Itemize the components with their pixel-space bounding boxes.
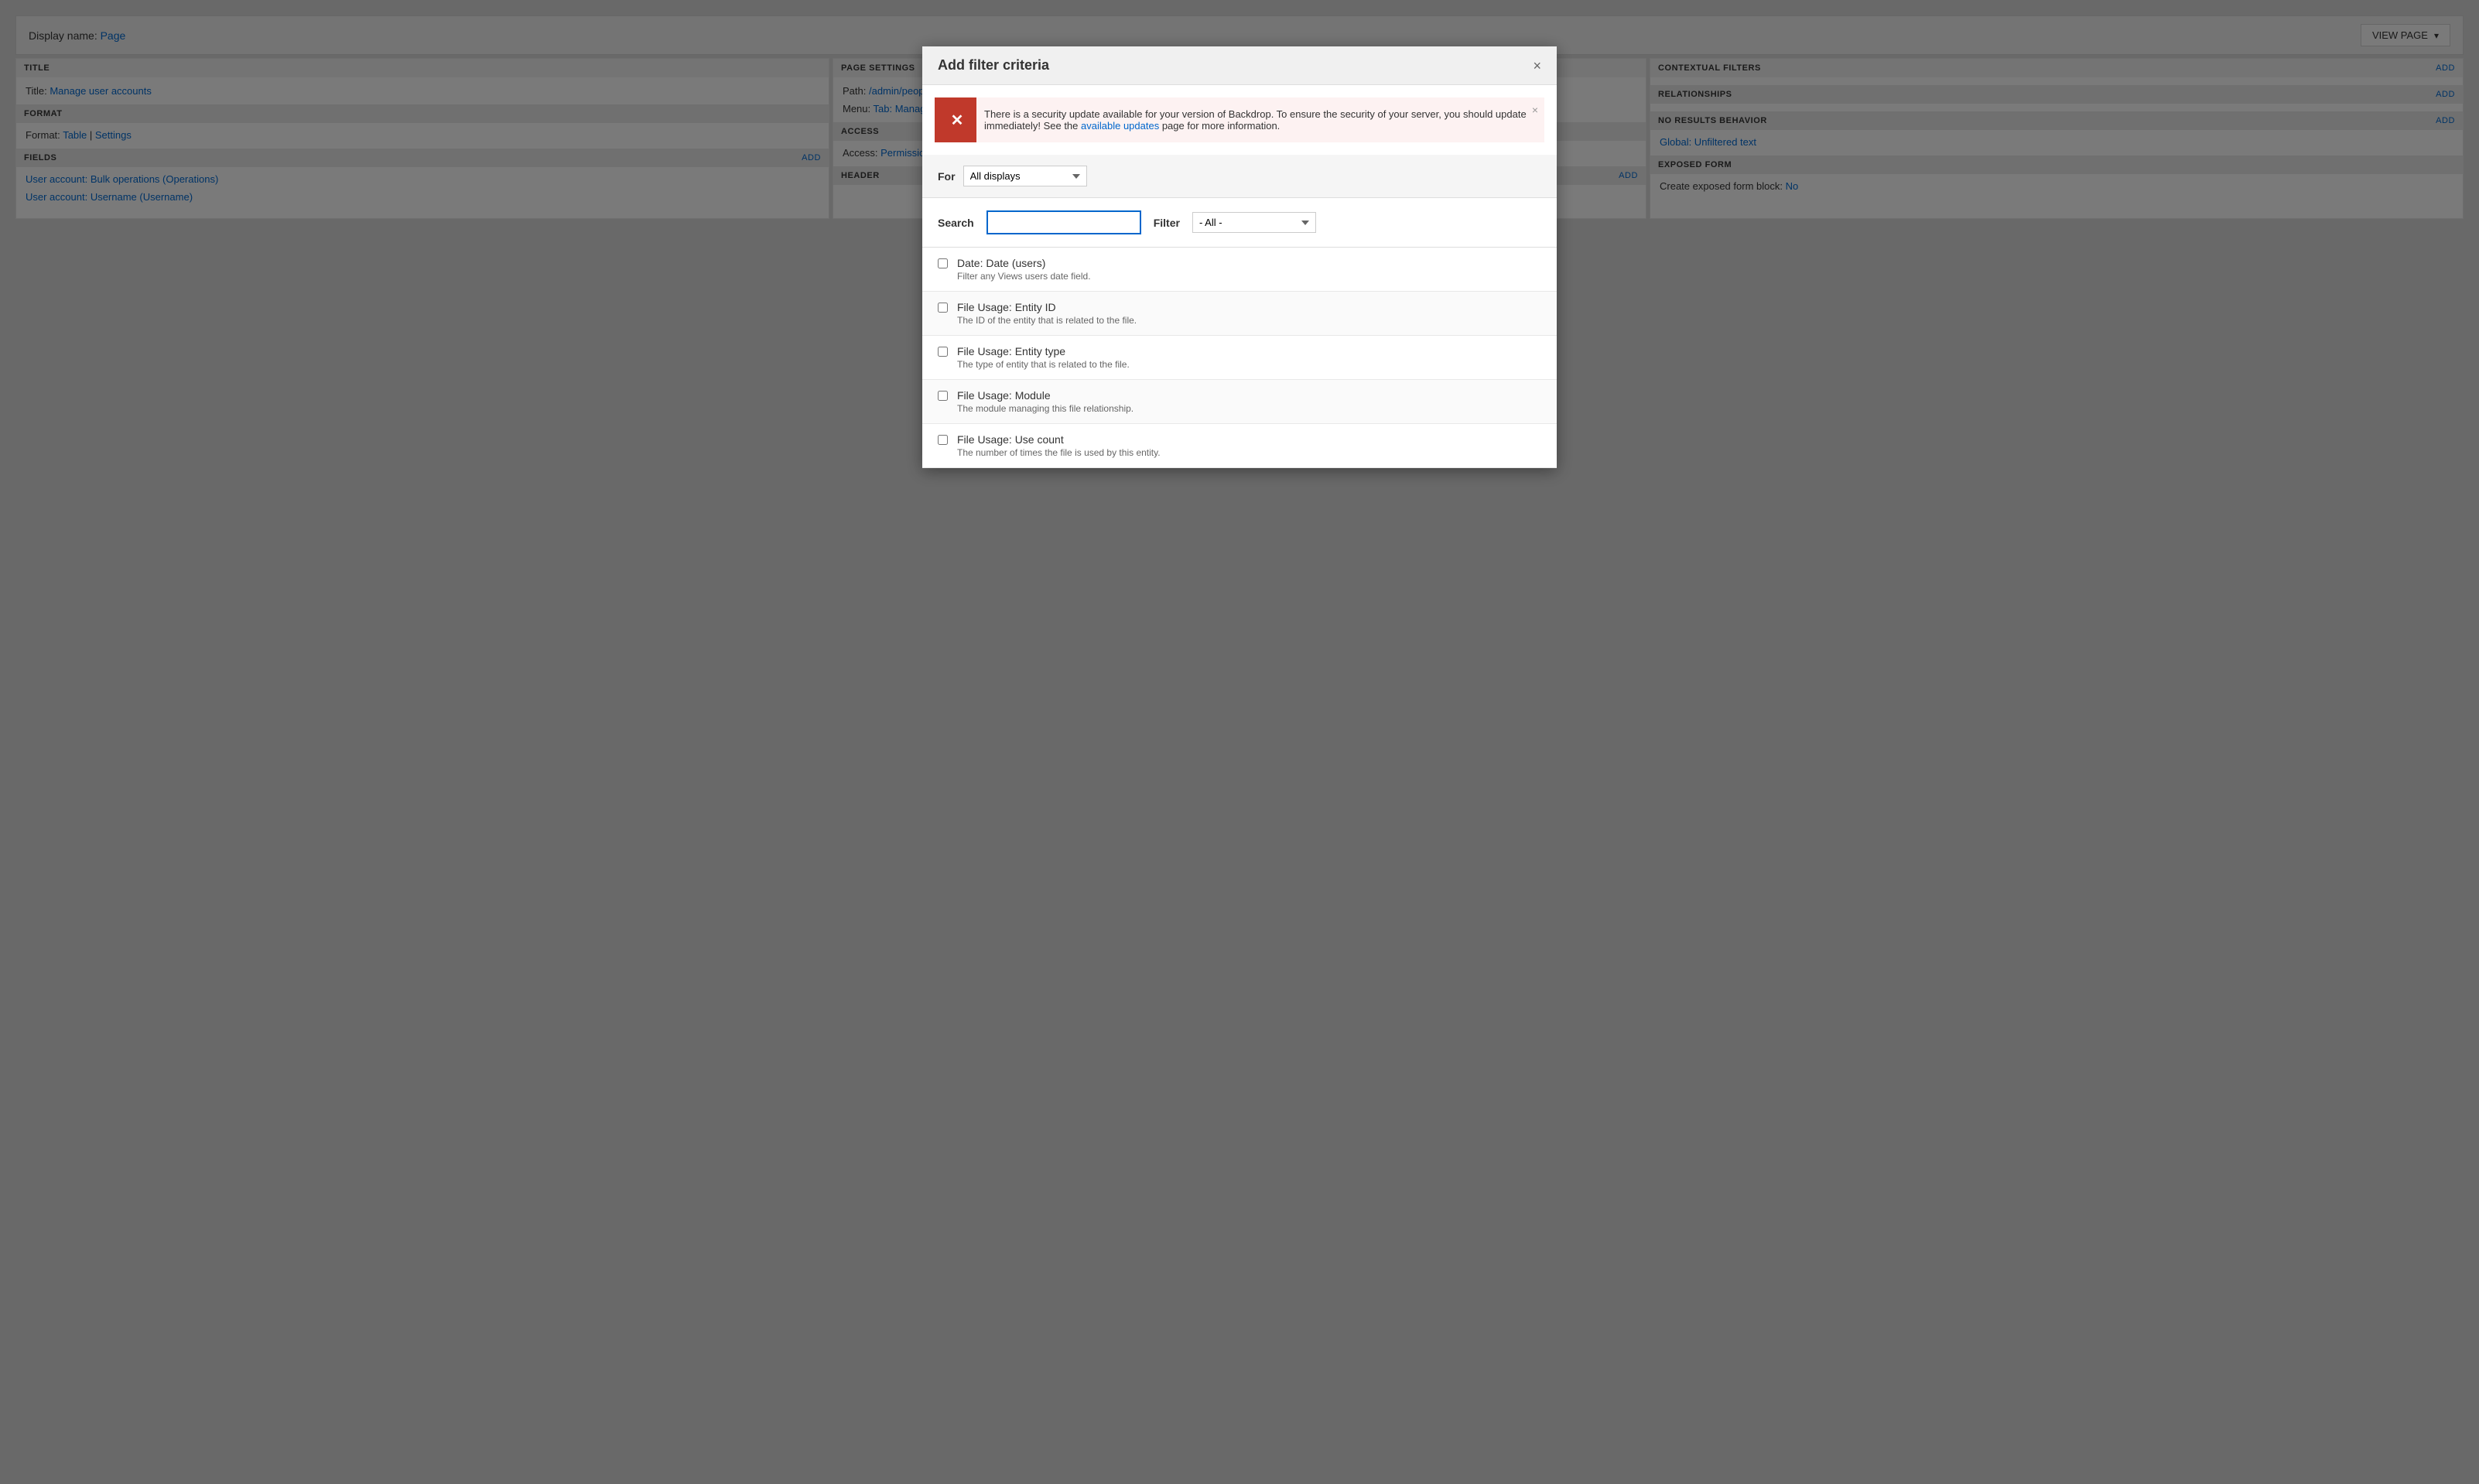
- search-label: Search: [938, 217, 974, 229]
- filter-item-title-file-usage-entity-type: File Usage: Entity type: [957, 345, 1541, 357]
- security-alert-icon: ✕: [938, 97, 976, 142]
- filter-type-select[interactable]: - All -: [1192, 212, 1316, 233]
- modal-header: Add filter criteria ×: [922, 46, 1557, 85]
- search-filter-bar: Search Filter - All -: [922, 198, 1557, 247]
- filter-item-checkbox-file-usage-use-count[interactable]: [938, 435, 948, 445]
- filter-item-file-usage-entity-type: File Usage: Entity type The type of enti…: [922, 336, 1557, 380]
- filter-item-content-date-date-users: Date: Date (users) Filter any Views user…: [957, 257, 1541, 282]
- filter-item-date-date-users: Date: Date (users) Filter any Views user…: [922, 248, 1557, 292]
- filter-item-content-file-usage-entity-id: File Usage: Entity ID The ID of the enti…: [957, 301, 1541, 326]
- filter-item-file-usage-module: File Usage: Module The module managing t…: [922, 380, 1557, 424]
- filter-item-title-file-usage-use-count: File Usage: Use count: [957, 433, 1541, 446]
- filter-item-title-date-date-users: Date: Date (users): [957, 257, 1541, 269]
- modal-overlay: Add filter criteria × ✕ There is a secur…: [0, 0, 2479, 1484]
- filter-item-title-file-usage-module: File Usage: Module: [957, 389, 1541, 402]
- modal-close-button[interactable]: ×: [1533, 59, 1541, 73]
- filter-item-checkbox-file-usage-entity-id[interactable]: [938, 303, 948, 313]
- for-select[interactable]: All displays: [963, 166, 1087, 186]
- filter-item-desc-file-usage-entity-type: The type of entity that is related to th…: [957, 359, 1541, 370]
- security-alert: ✕ There is a security update available f…: [935, 97, 1544, 142]
- add-filter-criteria-modal: Add filter criteria × ✕ There is a secur…: [922, 46, 1557, 468]
- filter-item-file-usage-entity-id: File Usage: Entity ID The ID of the enti…: [922, 292, 1557, 336]
- filter-item-content-file-usage-use-count: File Usage: Use count The number of time…: [957, 433, 1541, 458]
- available-updates-link[interactable]: available updates: [1081, 120, 1159, 132]
- security-alert-close-button[interactable]: ×: [1532, 104, 1538, 116]
- for-label: For: [938, 170, 956, 183]
- filter-label: Filter: [1154, 217, 1180, 229]
- filter-item-desc-date-date-users: Filter any Views users date field.: [957, 271, 1541, 282]
- filter-items-list: Date: Date (users) Filter any Views user…: [922, 247, 1557, 468]
- filter-item-content-file-usage-entity-type: File Usage: Entity type The type of enti…: [957, 345, 1541, 370]
- filter-item-desc-file-usage-use-count: The number of times the file is used by …: [957, 447, 1541, 458]
- filter-item-desc-file-usage-module: The module managing this file relationsh…: [957, 403, 1541, 414]
- filter-item-file-usage-use-count: File Usage: Use count The number of time…: [922, 424, 1557, 468]
- filter-for-section: For All displays: [922, 155, 1557, 198]
- security-alert-after: page for more information.: [1159, 120, 1280, 132]
- search-input[interactable]: [986, 210, 1141, 234]
- filter-item-checkbox-file-usage-module[interactable]: [938, 391, 948, 401]
- security-alert-text: There is a security update available for…: [984, 108, 1534, 132]
- filter-item-desc-file-usage-entity-id: The ID of the entity that is related to …: [957, 315, 1541, 326]
- modal-title: Add filter criteria: [938, 57, 1049, 74]
- filter-item-content-file-usage-module: File Usage: Module The module managing t…: [957, 389, 1541, 414]
- filter-item-checkbox-file-usage-entity-type[interactable]: [938, 347, 948, 357]
- filter-item-title-file-usage-entity-id: File Usage: Entity ID: [957, 301, 1541, 313]
- modal-body: ✕ There is a security update available f…: [922, 85, 1557, 468]
- filter-item-checkbox-date-date-users[interactable]: [938, 258, 948, 268]
